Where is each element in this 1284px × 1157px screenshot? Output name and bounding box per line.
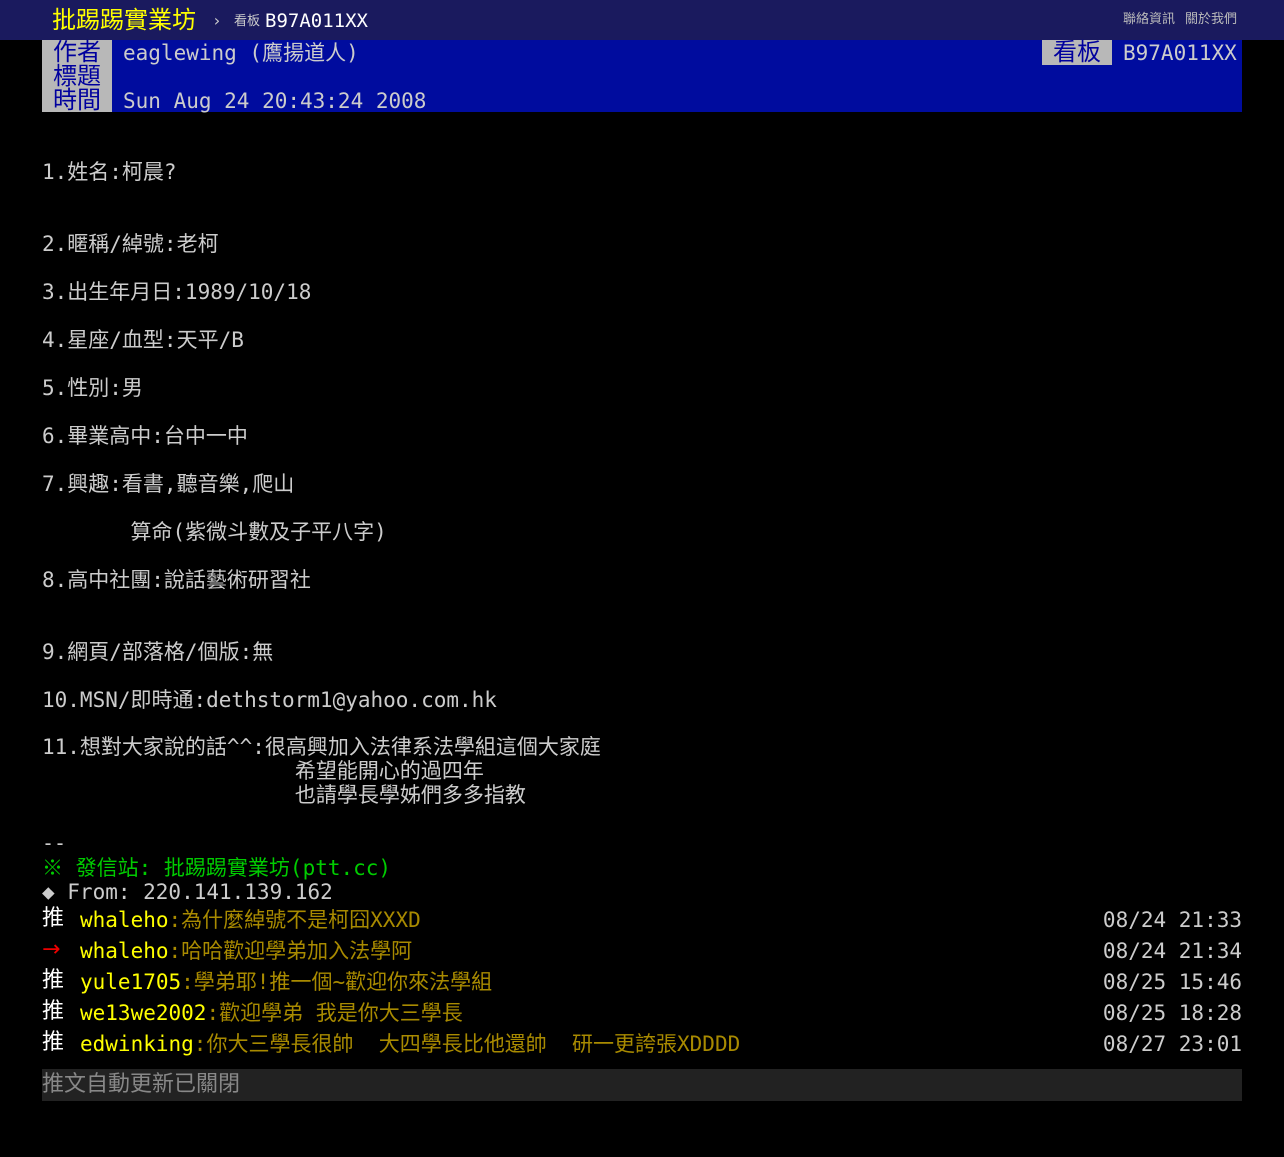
push-up-tag: 推 [42,1030,65,1055]
push-user: whaleho:為什麼綽號不是柯囧XXXD [80,907,421,933]
push-username[interactable]: we13we2002 [80,1001,206,1025]
push-comment: 推 yule1705:學弟耶!推一個~歡迎你來法學組 08/25 15:46 [42,966,1242,997]
body-line: 算命(紫微斗數及子平八字) [42,520,387,544]
body-line: 5.性別:男 [42,376,143,400]
breadcrumb-board-label: 看板 [234,14,261,29]
push-time: 08/27 23:01 [1102,1032,1242,1056]
about-us-link[interactable]: 關於我們 [1185,11,1237,29]
push-time: 08/25 18:28 [1102,1001,1242,1025]
push-user: yule1705:學弟耶!推一個~歡迎你來法學組 [80,969,492,995]
body-line: 3.出生年月日:1989/10/18 [42,280,312,304]
push-up-tag: 推 [42,968,65,993]
push-content: :歡迎學弟 我是你大三學長 [206,1001,463,1025]
body-line: 2.暱稱/綽號:老柯 [42,232,219,256]
body-line: 8.高中社團:說話藝術研習社 [42,568,311,592]
body-line: 4.星座/血型:天平/B [42,328,244,352]
push-comment: 推 whaleho:為什麼綽號不是柯囧XXXD 08/24 21:33 [42,904,1242,935]
signature-station: ※ 發信站: 批踢踢實業坊(ptt.cc) [42,856,392,880]
push-user: whaleho:哈哈歡迎學弟加入法學阿 [80,938,412,964]
push-username[interactable]: whaleho [80,939,169,963]
push-comment: 推 edwinking:你大三學長很帥 大四學長比他還帥 研一更誇張XDDDD … [42,1028,1242,1059]
body-line: 1.姓名:柯晨? [42,160,177,184]
push-content: :學弟耶!推一個~歡迎你來法學組 [181,970,493,994]
title-key: 標題 [42,64,112,88]
breadcrumb-separator: › [212,11,222,30]
email-line: 10.MSN/即時通:dethstorm1@yahoo.com.hk [42,688,497,712]
signature-from-ip: ◆ From: 220.141.139.162 [42,880,333,904]
body-line: 6.畢業高中:台中一中 [42,424,248,448]
top-navigation-bar: 批踢踢實業坊 › 看板 B97A011XX 聯絡資訊 關於我們 [0,0,1284,40]
time-key: 時間 [42,88,112,112]
body-line: 11.想對大家說的話^^:很高興加入法律系法學組這個大家庭 [42,735,601,759]
body-line: 9.網頁/部落格/個版:無 [42,640,274,664]
push-content: :為什麼綽號不是柯囧XXXD [168,908,421,932]
push-up-tag: 推 [42,999,65,1024]
board-key: 看板 [1042,40,1112,65]
body-line: 7.興趣:看書,聽音樂,爬山 [42,472,295,496]
author-key: 作者 [42,40,112,64]
push-user: we13we2002:歡迎學弟 我是你大三學長 [80,1000,463,1026]
board-value: B97A011XX [1123,41,1237,65]
push-content: :哈哈歡迎學弟加入法學阿 [168,939,413,963]
push-time: 08/24 21:34 [1102,939,1242,963]
push-username[interactable]: whaleho [80,908,169,932]
push-username[interactable]: edwinking [80,1032,194,1056]
breadcrumb-board-link[interactable]: B97A011XX [265,9,368,33]
time-value: Sun Aug 24 20:43:24 2008 [123,89,427,113]
signature-separator: -- [42,831,67,855]
push-username[interactable]: yule1705 [80,970,181,994]
push-content: :你大三學長很帥 大四學長比他還帥 研一更誇張XDDDD [193,1032,741,1056]
push-time: 08/25 15:46 [1102,970,1242,994]
push-up-tag: 推 [42,906,65,931]
author-value: eaglewing (鷹揚道人) [123,41,359,65]
push-user: edwinking:你大三學長很帥 大四學長比他還帥 研一更誇張XDDDD [80,1031,740,1057]
push-time: 08/24 21:33 [1102,908,1242,932]
push-comment: → whaleho:哈哈歡迎學弟加入法學阿 08/24 21:34 [42,935,1242,966]
site-title-link[interactable]: 批踢踢實業坊 [52,4,196,36]
push-auto-update-notice[interactable]: 推文自動更新已關閉 [42,1069,1242,1101]
push-arrow-tag: → [42,937,61,962]
body-line: 也請學長學姊們多多指教 [42,783,526,807]
contact-info-link[interactable]: 聯絡資訊 [1123,11,1175,29]
body-line: 希望能開心的過四年 [42,759,484,783]
push-comment: 推 we13we2002:歡迎學弟 我是你大三學長 08/25 18:28 [42,997,1242,1028]
